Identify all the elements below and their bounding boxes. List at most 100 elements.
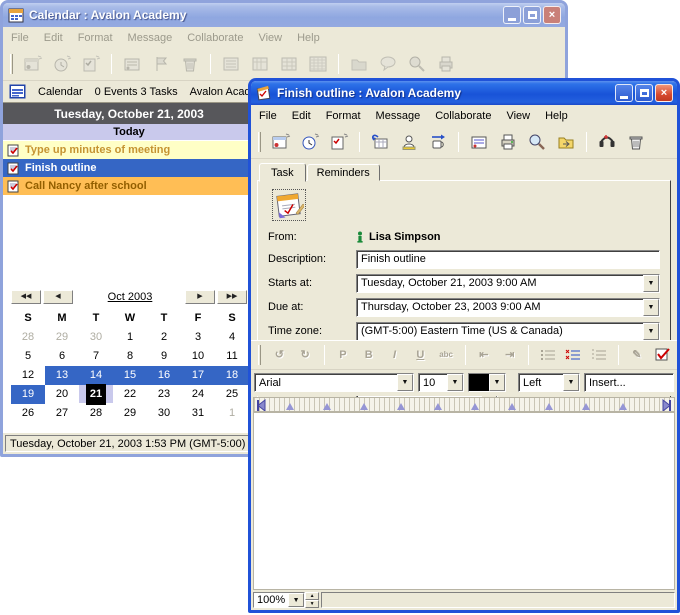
ruler-tabstop[interactable] xyxy=(397,403,405,410)
mini-calendar-day[interactable]: 5 xyxy=(11,347,45,366)
toolbar-grip[interactable] xyxy=(258,132,261,152)
mini-calendar-day[interactable]: 20 xyxy=(45,385,79,404)
tab-task[interactable]: Task xyxy=(259,163,306,182)
ruler-tabstop[interactable] xyxy=(545,403,553,410)
mini-calendar-day[interactable]: 11 xyxy=(215,347,249,366)
new-event-icon[interactable] xyxy=(21,52,45,76)
ruler-tabstop[interactable] xyxy=(619,403,627,410)
next-year-button[interactable]: ▶▶ xyxy=(217,290,247,304)
ruler-tabstop[interactable] xyxy=(434,403,442,410)
mini-calendar-day[interactable]: 25 xyxy=(215,385,249,404)
ruler-tabstop[interactable] xyxy=(360,403,368,410)
zoom-stepper[interactable]: ▲▼ xyxy=(305,592,319,608)
task-list-item[interactable]: Finish outline xyxy=(3,159,255,177)
properties-card-icon[interactable] xyxy=(120,52,144,76)
insert-select[interactable]: Insert... xyxy=(584,373,674,392)
align-select[interactable]: Left ▼ xyxy=(518,373,580,392)
search-icon[interactable] xyxy=(525,130,549,154)
resend-icon[interactable] xyxy=(426,130,450,154)
mini-calendar-day[interactable]: 14 xyxy=(79,366,113,385)
undo-icon[interactable]: ↺ xyxy=(269,345,290,365)
menu-item-view[interactable]: View xyxy=(258,32,282,44)
month-view-icon[interactable] xyxy=(277,52,301,76)
phone-dial-icon[interactable] xyxy=(595,130,619,154)
list-view-icon[interactable] xyxy=(219,52,243,76)
redo-icon[interactable]: ↻ xyxy=(295,345,316,365)
calendar-titlebar[interactable]: Calendar : Avalon Academy × xyxy=(3,3,565,27)
flag-icon[interactable] xyxy=(149,52,173,76)
left-margin-marker[interactable] xyxy=(256,399,266,412)
search-icon[interactable] xyxy=(405,52,429,76)
chevron-down-icon[interactable]: ▼ xyxy=(643,323,659,340)
mini-calendar-day[interactable]: 18 xyxy=(215,366,249,385)
ruler-tabstop[interactable] xyxy=(323,403,331,410)
small-caps-icon[interactable]: abc xyxy=(436,345,457,365)
font-color-select[interactable]: ▼ xyxy=(468,373,506,392)
ruler-tabstop[interactable] xyxy=(471,403,479,410)
task-list-icon[interactable] xyxy=(563,345,584,365)
new-task-icon[interactable] xyxy=(79,52,103,76)
task-titlebar[interactable]: Finish outline : Avalon Academy × xyxy=(251,81,677,105)
mini-calendar-day[interactable]: 9 xyxy=(147,347,181,366)
ruler-tabstop[interactable] xyxy=(508,403,516,410)
chevron-down-icon[interactable]: ▼ xyxy=(563,374,579,391)
schedule-send-icon[interactable] xyxy=(368,130,392,154)
mini-calendar-day[interactable]: 27 xyxy=(45,404,79,423)
maximize-button[interactable] xyxy=(523,6,541,24)
plain-icon[interactable]: P xyxy=(333,345,354,365)
toolbar-grip[interactable] xyxy=(258,345,261,365)
mini-calendar-day[interactable]: 16 xyxy=(147,366,181,385)
mini-calendar-day[interactable]: 30 xyxy=(147,404,181,423)
underline-icon[interactable]: U xyxy=(410,345,431,365)
mini-calendar-day[interactable]: 28 xyxy=(11,328,45,347)
mini-calendar-day[interactable]: 22 xyxy=(113,385,147,404)
mini-calendar-day[interactable]: 28 xyxy=(79,404,113,423)
printer-icon[interactable] xyxy=(496,130,520,154)
mini-calendar-day[interactable]: 31 xyxy=(181,404,215,423)
menu-item-view[interactable]: View xyxy=(506,110,530,122)
month-label[interactable]: Oct 2003 xyxy=(75,291,185,303)
menu-item-help[interactable]: Help xyxy=(545,110,568,122)
mini-calendar-day[interactable]: 26 xyxy=(11,404,45,423)
right-margin-marker[interactable] xyxy=(662,399,672,412)
mini-calendar-day[interactable]: 13 xyxy=(45,366,79,385)
ruler-tabstop[interactable] xyxy=(582,403,590,410)
mini-calendar-day[interactable]: 23 xyxy=(147,385,181,404)
menu-item-collaborate[interactable]: Collaborate xyxy=(435,110,491,122)
menu-item-format[interactable]: Format xyxy=(326,110,361,122)
menu-item-file[interactable]: File xyxy=(259,110,277,122)
menu-item-edit[interactable]: Edit xyxy=(44,32,63,44)
mini-calendar-day[interactable]: 21 xyxy=(79,385,113,404)
chevron-down-icon[interactable]: ▼ xyxy=(643,299,659,316)
font-family-select[interactable]: Arial ▼ xyxy=(254,373,414,392)
prev-month-button[interactable]: ◀ xyxy=(43,290,73,304)
printer-icon[interactable] xyxy=(434,52,458,76)
new-alarm-icon[interactable] xyxy=(50,52,74,76)
chevron-down-icon[interactable]: ▼ xyxy=(489,374,505,391)
font-size-select[interactable]: 10 ▼ xyxy=(418,373,464,392)
signature-icon[interactable]: ✎ xyxy=(627,345,648,365)
mini-calendar-day[interactable]: 30 xyxy=(79,328,113,347)
minimize-button[interactable] xyxy=(615,84,633,102)
zoom-control[interactable]: 100% ▼ xyxy=(253,592,305,608)
timezone-select[interactable]: (GMT-5:00) Eastern Time (US & Canada) ▼ xyxy=(356,322,660,341)
close-button[interactable]: × xyxy=(655,84,673,102)
ruler[interactable] xyxy=(253,397,675,412)
close-button[interactable]: × xyxy=(543,6,561,24)
folder-move-icon[interactable] xyxy=(554,130,578,154)
chevron-down-icon[interactable]: ▼ xyxy=(643,275,659,292)
mini-calendar-day[interactable]: 4 xyxy=(215,328,249,347)
toolbar-grip[interactable] xyxy=(10,54,13,74)
trash-icon[interactable] xyxy=(178,52,202,76)
mini-calendar-day[interactable]: 19 xyxy=(11,385,45,404)
mini-calendar-day[interactable]: 7 xyxy=(79,347,113,366)
bold-icon[interactable]: B xyxy=(358,345,379,365)
menu-item-message[interactable]: Message xyxy=(376,110,421,122)
indent-icon[interactable]: ⇥ xyxy=(499,345,520,365)
tab-calendar[interactable]: Calendar xyxy=(38,86,83,98)
mini-calendar-day[interactable]: 15 xyxy=(113,366,147,385)
new-event-icon[interactable] xyxy=(269,130,293,154)
italic-icon[interactable]: I xyxy=(384,345,405,365)
mini-calendar-day[interactable]: 17 xyxy=(181,366,215,385)
mini-calendar-day[interactable]: 12 xyxy=(11,366,45,385)
